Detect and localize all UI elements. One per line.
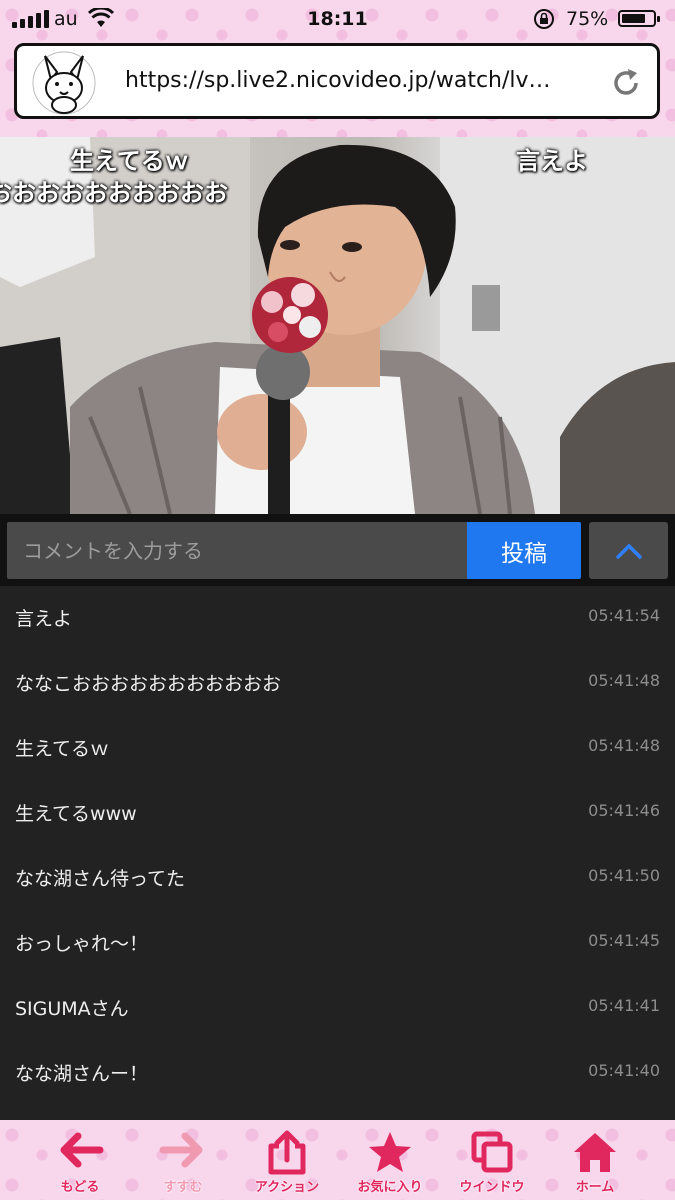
flower-decoration — [252, 277, 328, 353]
comment-text: ななこおおおおおおおおおおお — [15, 673, 282, 695]
favorites-label: お気に入り — [357, 1180, 423, 1195]
comment-text: 言えよ — [15, 608, 73, 630]
window-label: ウインドウ — [459, 1180, 525, 1195]
windows-icon — [471, 1131, 513, 1173]
browser-toolbar: もどる すすむ アクション お気に入り ウインドウ ホーム — [0, 1120, 675, 1200]
comment-time: 05:41:54 — [588, 606, 660, 625]
star-icon — [369, 1132, 411, 1172]
danmaku-comment: 言えよ — [516, 147, 588, 175]
comment-row[interactable]: なな湖さん待ってた 05:41:50 — [0, 846, 675, 911]
comment-time: 05:41:46 — [588, 801, 660, 820]
comment-text: おっしゃれ〜！ — [15, 933, 149, 955]
address-bar[interactable]: https://sp.live2.nicovideo.jp/watch/lv… — [14, 43, 660, 119]
comment-row[interactable]: 生えてるｗ 05:41:48 — [0, 716, 675, 781]
url-text[interactable]: https://sp.live2.nicovideo.jp/watch/lv… — [125, 68, 610, 93]
comment-time: 05:41:40 — [588, 1061, 660, 1080]
home-icon — [574, 1133, 616, 1172]
back-label: もどる — [60, 1180, 100, 1195]
comment-row[interactable]: なな湖さんー！ 05:41:40 — [0, 1041, 675, 1106]
rotation-lock-icon — [534, 9, 554, 29]
forward-label: すすむ — [163, 1180, 203, 1195]
video-player[interactable]: 生えてるｗ おおおおおおおおおお 言えよ — [0, 137, 675, 514]
comment-row[interactable]: SIGUMAさん 05:41:41 — [0, 976, 675, 1041]
arrow-right-icon — [159, 1132, 203, 1168]
danmaku-comment: おおおおおおおおおお — [0, 179, 228, 207]
reload-icon[interactable] — [609, 66, 643, 100]
share-icon — [268, 1130, 306, 1175]
status-bar: au 18:11 75% — [0, 0, 675, 40]
comment-time: 05:41:50 — [588, 866, 660, 885]
comment-input-bar: 投稿 — [0, 514, 675, 586]
comment-text: なな湖さんー！ — [15, 1063, 149, 1085]
comment-text: なな湖さん待ってた — [15, 868, 186, 890]
back-button[interactable]: もどる — [25, 1120, 135, 1200]
expand-button[interactable] — [589, 522, 668, 579]
action-label: アクション — [254, 1180, 320, 1195]
forward-button[interactable]: すすむ — [128, 1120, 238, 1200]
window-button[interactable]: ウインドウ — [437, 1120, 547, 1200]
home-label: ホーム — [575, 1180, 615, 1195]
post-button[interactable]: 投稿 — [467, 522, 581, 579]
battery-percent: 75% — [566, 8, 609, 30]
arrow-left-icon — [60, 1132, 104, 1168]
battery-icon — [618, 10, 660, 27]
comment-time: 05:41:45 — [588, 931, 660, 950]
home-button[interactable]: ホーム — [540, 1120, 650, 1200]
comment-row[interactable]: 言えよ 05:41:54 — [0, 586, 675, 651]
comment-row[interactable]: ななこおおおおおおおおおおお 05:41:48 — [0, 651, 675, 716]
action-button[interactable]: アクション — [232, 1120, 342, 1200]
comment-list[interactable]: 言えよ 05:41:54 ななこおおおおおおおおおおお 05:41:48 生えて… — [0, 586, 675, 1120]
comment-text: SIGUMAさん — [15, 998, 129, 1020]
rabbit-avatar-icon[interactable] — [31, 50, 97, 116]
danmaku-comment: 生えてるｗ — [70, 147, 189, 175]
comment-input[interactable] — [7, 522, 467, 579]
chevron-up-icon — [615, 543, 642, 559]
comment-text: 生えてるwww — [15, 803, 137, 825]
comment-text: 生えてるｗ — [15, 738, 110, 760]
comment-time: 05:41:48 — [588, 671, 660, 690]
comment-row[interactable]: 生えてるwww 05:41:46 — [0, 781, 675, 846]
browser-header: au 18:11 75% https://sp.live2.nicovideo.… — [0, 0, 675, 137]
comment-time: 05:41:48 — [588, 736, 660, 755]
favorites-button[interactable]: お気に入り — [335, 1120, 445, 1200]
comment-time: 05:41:41 — [588, 996, 660, 1015]
comment-row[interactable]: おっしゃれ〜！ 05:41:45 — [0, 911, 675, 976]
